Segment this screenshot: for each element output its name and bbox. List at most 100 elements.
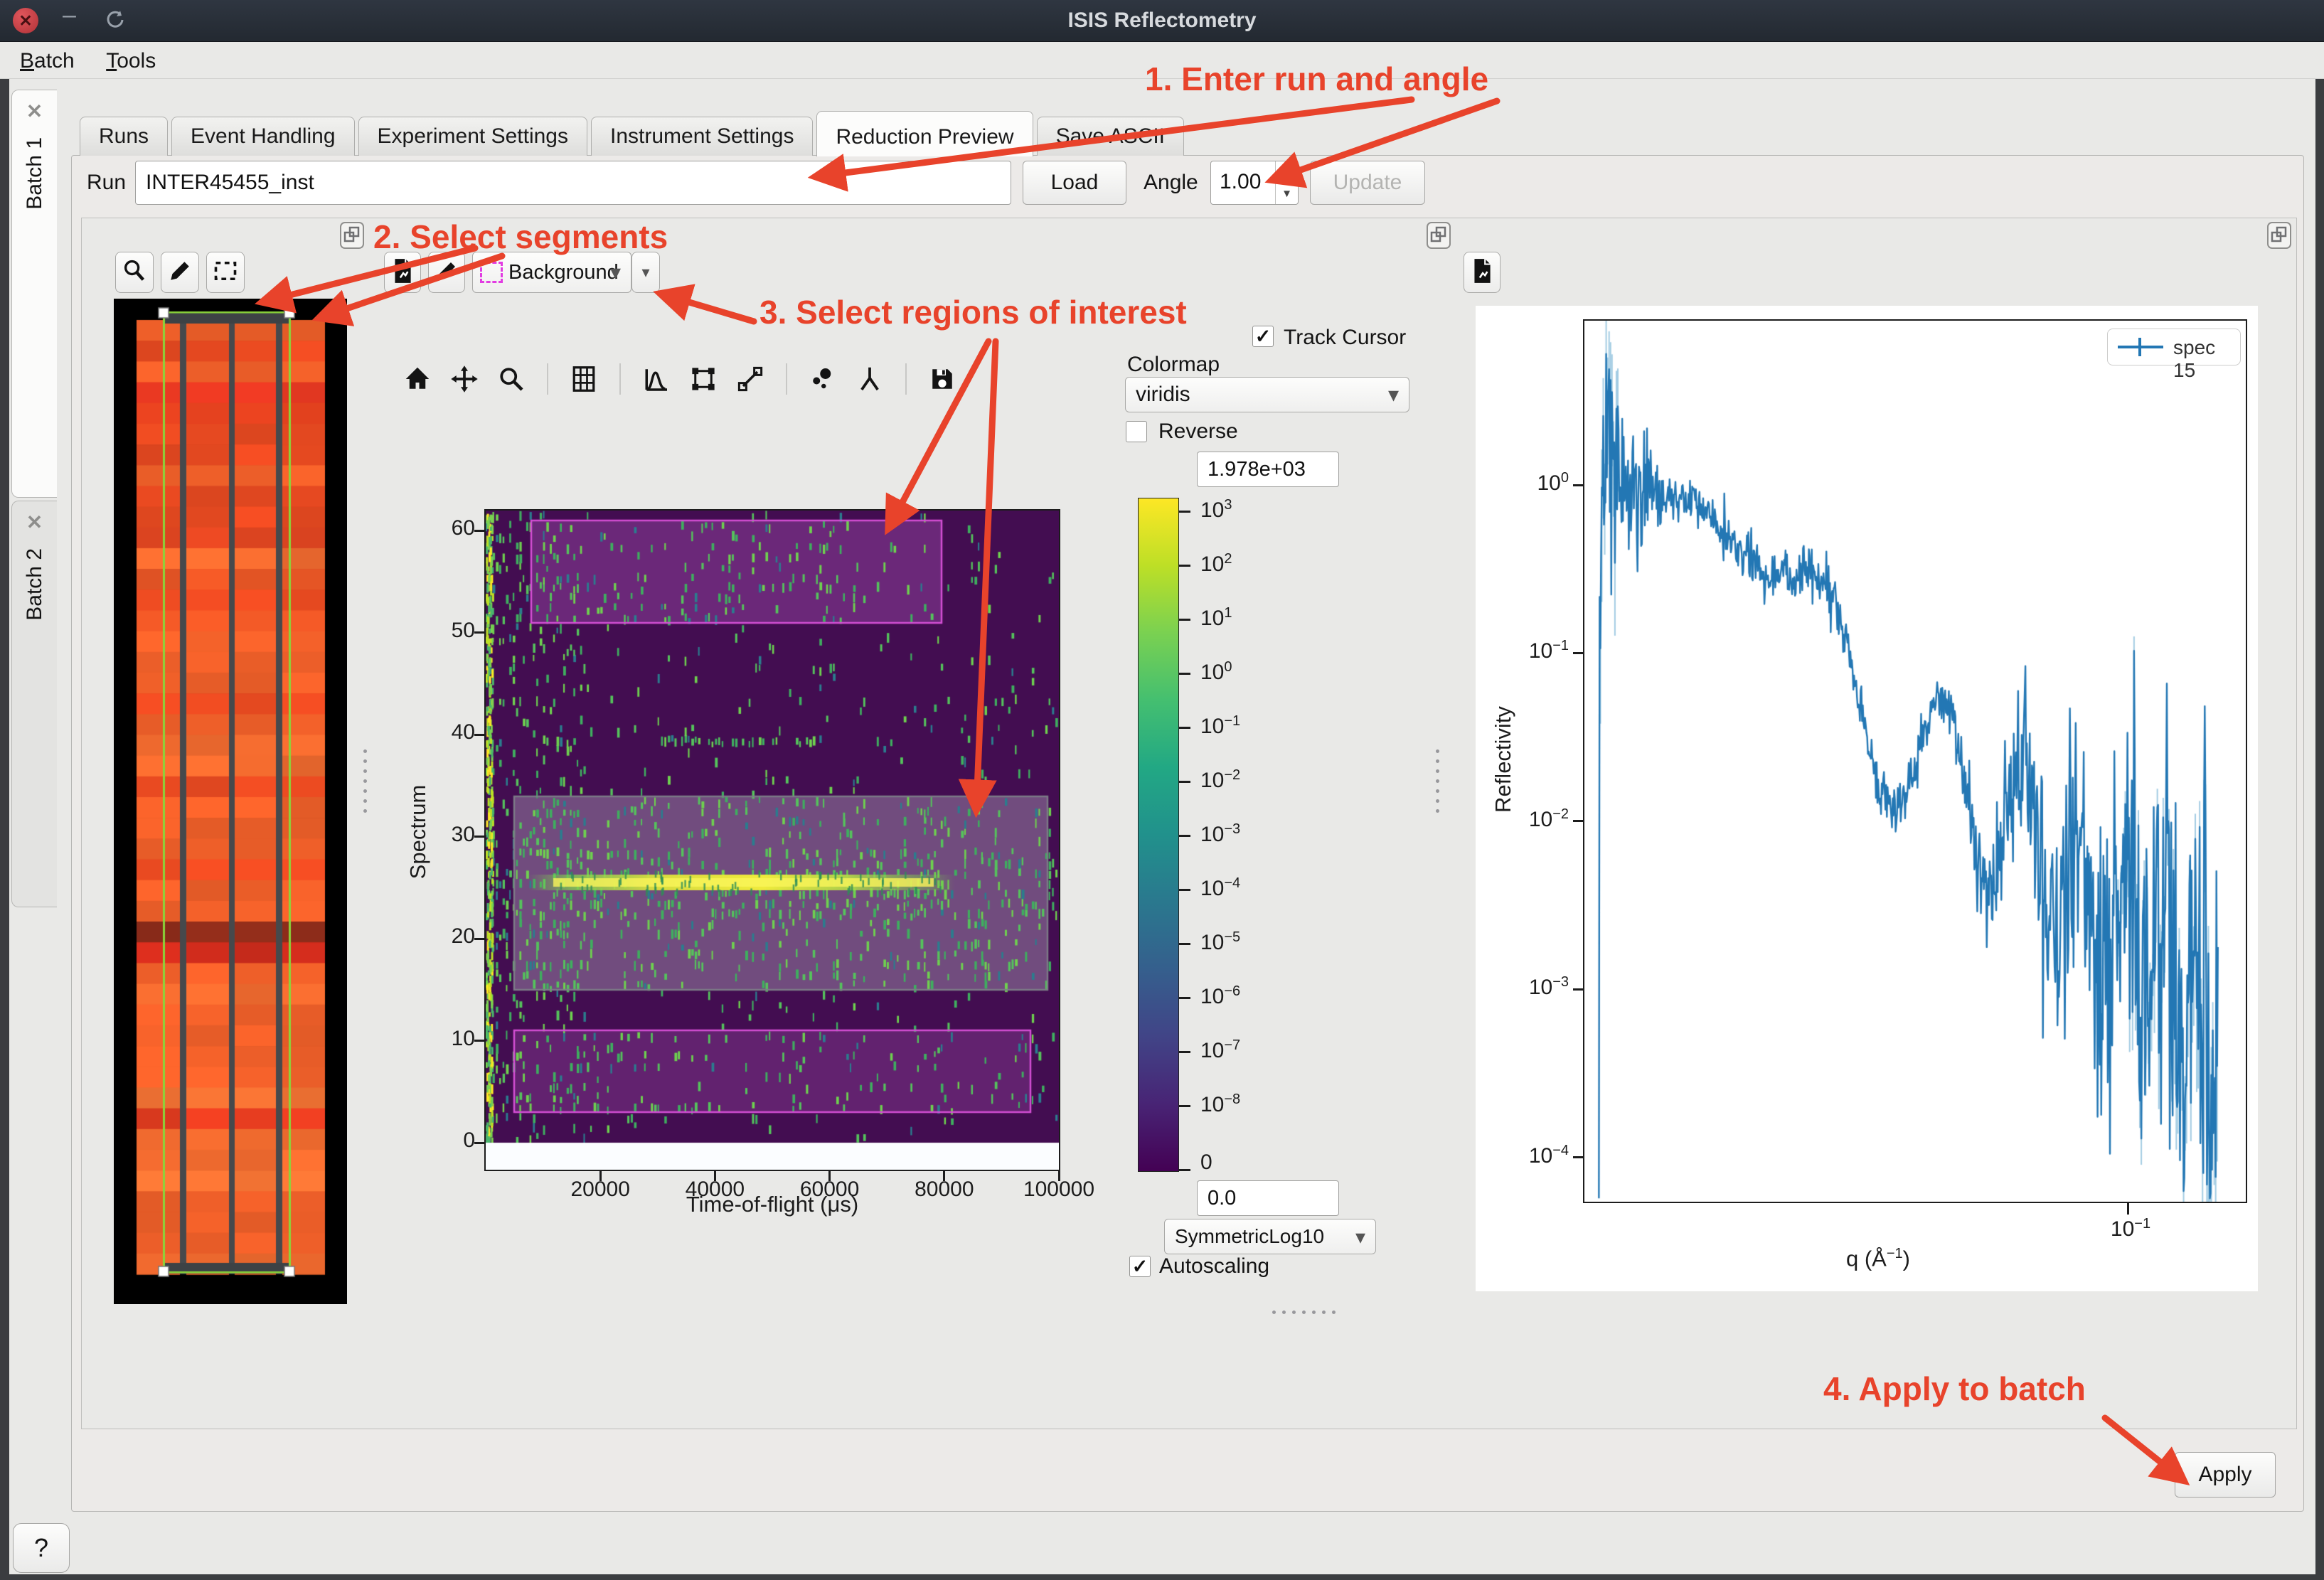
refl-x-axis-label: q (Å−1): [1846, 1246, 1910, 1271]
colorbar-min-input[interactable]: [1197, 1180, 1339, 1216]
colorbar-tickmark: [1179, 565, 1190, 567]
reflectivity-plot[interactable]: [1584, 321, 2246, 1202]
autoscaling-checkbox[interactable]: [1129, 1256, 1151, 1277]
track-cursor-label: Track Cursor: [1284, 326, 1406, 350]
refl-y-tickmark: [1573, 1156, 1584, 1158]
zoom-tool-button[interactable]: [115, 252, 154, 293]
track-cursor-checkbox[interactable]: [1252, 326, 1274, 347]
edit-plot-button[interactable]: [428, 252, 465, 293]
colorbar-tick: 10−3: [1200, 821, 1240, 847]
pencil-icon: [435, 260, 458, 286]
scale-value: SymmetricLog10: [1175, 1225, 1324, 1248]
reverse-checkbox[interactable]: [1126, 421, 1147, 442]
menu-tools[interactable]: Tools: [106, 49, 156, 73]
run-label: Run: [87, 171, 126, 195]
pencil-icon: [168, 259, 192, 287]
peak-pick-icon[interactable]: [851, 360, 889, 398]
update-button[interactable]: Update: [1310, 161, 1425, 205]
refl-y-tickmark: [1573, 484, 1584, 486]
colorbar-tickmark: [1179, 619, 1190, 621]
home-icon[interactable]: [398, 360, 437, 398]
export-plot-button[interactable]: [1464, 252, 1501, 293]
colorbar-tick: 10−6: [1200, 983, 1240, 1009]
tab-reduction-preview[interactable]: Reduction Preview: [816, 111, 1033, 156]
menu-batch[interactable]: Batch: [20, 49, 75, 73]
refl-y-tickmark: [1573, 652, 1584, 654]
tab-runs[interactable]: Runs: [80, 117, 168, 156]
float-panel-icon[interactable]: [1427, 222, 1451, 249]
colormap-select[interactable]: viridis: [1125, 377, 1409, 412]
spin-up-icon[interactable]: [1275, 161, 1298, 183]
refl-y-tick: 10−3: [1491, 974, 1569, 1000]
save-icon[interactable]: [923, 360, 961, 398]
splitter-handle[interactable]: [361, 745, 368, 816]
map-y-tickmark: [474, 836, 486, 838]
reverse-label: Reverse: [1158, 420, 1238, 444]
splitter-handle[interactable]: [1434, 745, 1441, 816]
splitter-handle[interactable]: [1264, 1308, 1343, 1315]
export-icon: [1470, 257, 1494, 288]
close-batch-icon[interactable]: ✕: [26, 102, 43, 122]
load-button[interactable]: Load: [1023, 161, 1126, 205]
angle-spinner[interactable]: 1.00: [1210, 161, 1299, 205]
refl-y-tick: 100: [1491, 470, 1569, 496]
annotation-step1: 1. Enter run and angle: [1145, 60, 1488, 98]
run-input[interactable]: [135, 161, 1011, 205]
roi-type-select[interactable]: Background: [472, 252, 631, 293]
export-plot-button[interactable]: [384, 252, 421, 293]
batch-tab-1[interactable]: ✕ Batch 1: [11, 90, 57, 498]
tof-spectrum-map[interactable]: [486, 511, 1059, 1170]
float-panel-icon[interactable]: [340, 222, 364, 249]
colorbar-tick: 0: [1200, 1151, 1212, 1175]
tab-save-ascii[interactable]: Save ASCII: [1037, 117, 1184, 156]
detector-image[interactable]: [114, 299, 347, 1304]
legend[interactable]: spec 15: [2107, 329, 2241, 365]
colorbar-max-input[interactable]: [1197, 452, 1339, 487]
line-icon[interactable]: [731, 360, 769, 398]
colorbar-tick: 10−8: [1200, 1091, 1240, 1117]
colorbar-tickmark: [1179, 727, 1190, 729]
scale-select[interactable]: SymmetricLog10: [1164, 1219, 1376, 1254]
help-button[interactable]: ?: [13, 1523, 70, 1573]
scatter-icon[interactable]: [804, 360, 842, 398]
colormap-label: Colormap: [1127, 353, 1220, 377]
rectangle-select-button[interactable]: [206, 252, 245, 293]
apply-button[interactable]: Apply: [2175, 1452, 2276, 1498]
zoom-icon[interactable]: [492, 360, 531, 398]
angle-value: 1.00: [1220, 170, 1261, 194]
tab-experiment-settings[interactable]: Experiment Settings: [358, 117, 587, 156]
tab-event-handling[interactable]: Event Handling: [171, 117, 354, 156]
autoscaling-label: Autoscaling: [1159, 1254, 1269, 1279]
roi-dropdown-arrow[interactable]: ▾: [631, 252, 660, 293]
pan-icon[interactable]: [445, 360, 484, 398]
plot-toolbar: [398, 360, 961, 398]
refl-y-axis-label: Reflectivity: [1491, 674, 1516, 845]
edit-shape-icon[interactable]: [684, 360, 723, 398]
refl-y-tick: 10−4: [1491, 1143, 1569, 1168]
colorbar-tickmark: [1179, 673, 1190, 675]
toolbar-separator: [786, 363, 787, 395]
refl-y-tick: 10−1: [1491, 638, 1569, 663]
colorbar-tick: 10−7: [1200, 1037, 1240, 1063]
colorbar-tickmark: [1179, 835, 1190, 837]
batch-tab-2[interactable]: ✕ Batch 2: [11, 501, 57, 907]
float-panel-icon[interactable]: [2267, 222, 2291, 249]
map-x-tickmark: [714, 1171, 716, 1181]
close-batch-icon[interactable]: ✕: [26, 513, 43, 533]
refl-y-tickmark: [1573, 988, 1584, 991]
profile-icon[interactable]: [637, 360, 676, 398]
legend-label: spec 15: [2173, 336, 2240, 382]
grid-icon[interactable]: [565, 360, 603, 398]
colorbar-tickmark: [1179, 1051, 1190, 1053]
map-y-axis-label: Spectrum: [405, 747, 431, 917]
map-y-tick: 0: [425, 1128, 475, 1153]
window-edge-left: [0, 78, 9, 1574]
tab-instrument-settings[interactable]: Instrument Settings: [591, 117, 813, 156]
colorbar-tickmark: [1179, 1105, 1190, 1107]
map-x-tick: 100000: [1002, 1178, 1116, 1202]
map-x-tickmark: [599, 1171, 602, 1181]
spin-down-icon[interactable]: [1275, 183, 1298, 204]
window-edge-bottom: [0, 1574, 2324, 1580]
edit-tool-button[interactable]: [161, 252, 199, 293]
annotation-step2: 2. Select segments: [373, 218, 668, 256]
